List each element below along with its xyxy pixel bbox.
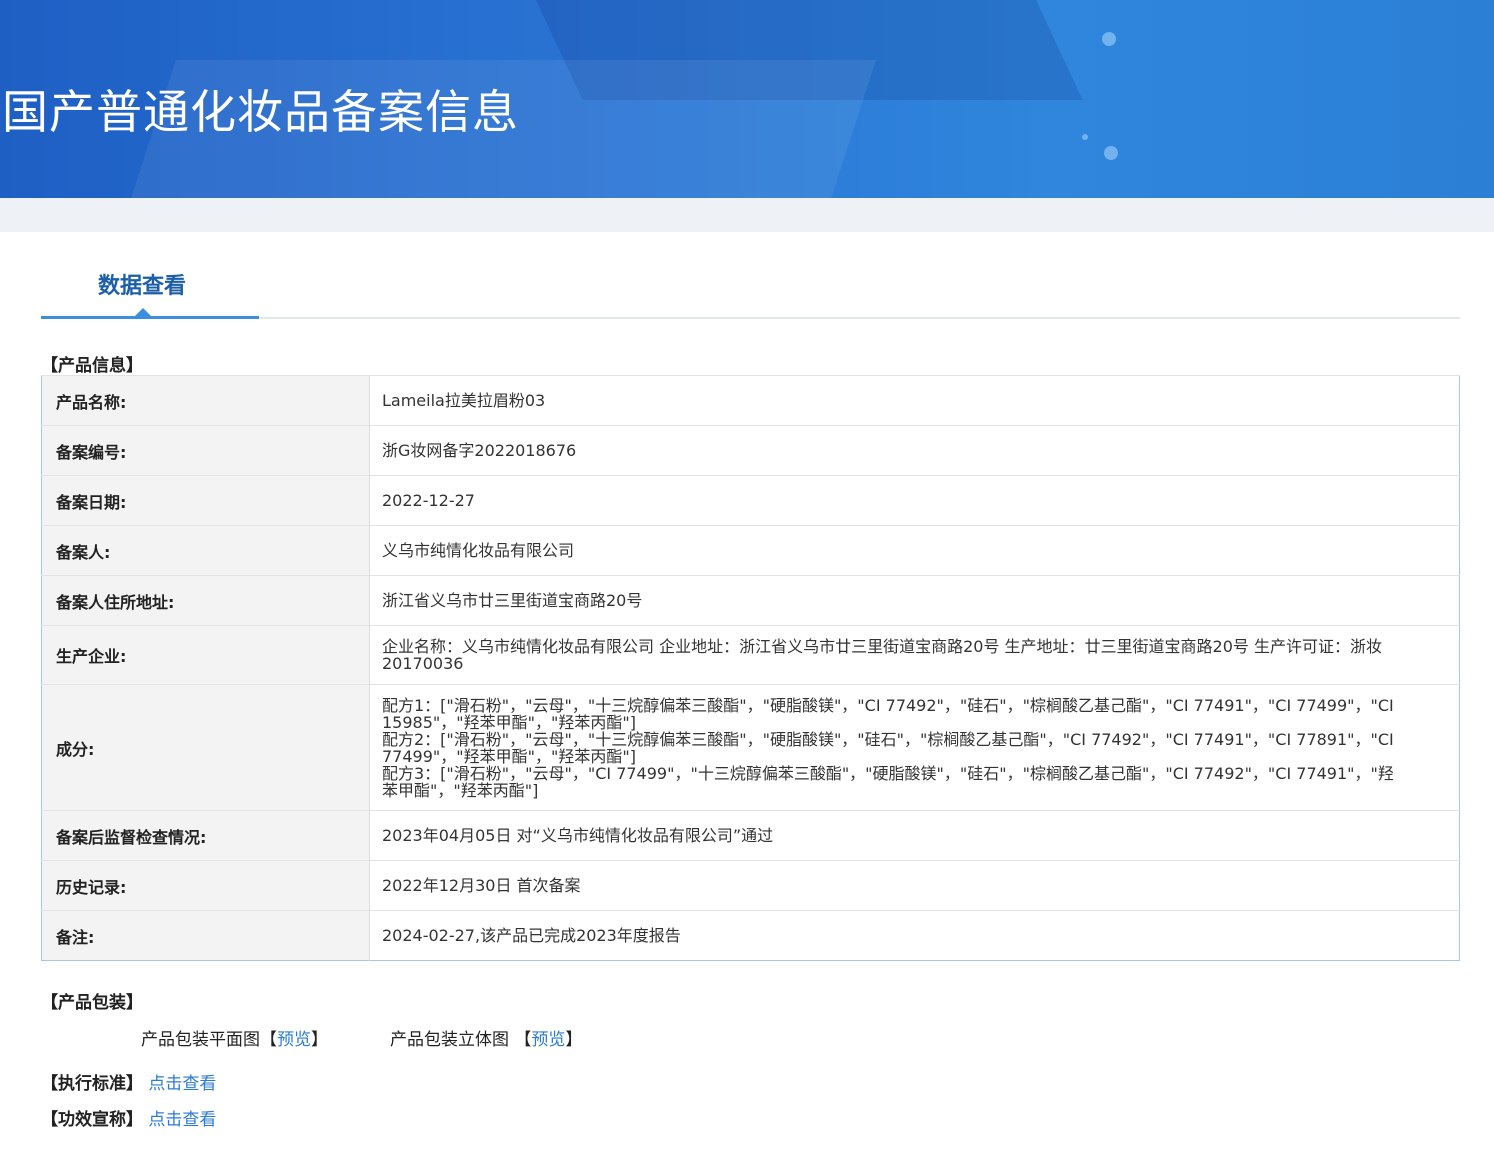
row-value: 2022年12月30日 首次备案	[369, 860, 1460, 911]
row-label: 备案编号:	[41, 425, 370, 476]
table-row: 历史记录: 2022年12月30日 首次备案	[41, 860, 1460, 911]
row-label: 成分:	[41, 684, 370, 811]
row-label: 备案人住所地址:	[41, 575, 370, 626]
packaging-solid-label: 产品包装立体图 【	[390, 1030, 532, 1050]
table-row: 生产企业: 企业名称：义乌市纯情化妆品有限公司 企业地址：浙江省义乌市廿三里街道…	[41, 625, 1460, 685]
tab-label: 数据查看	[98, 274, 187, 299]
standard-row: 【执行标准】 点击查看	[41, 1069, 216, 1094]
standard-view-link[interactable]: 点击查看	[148, 1074, 216, 1094]
header-banner: 国产普通化妆品备案信息	[0, 0, 1494, 198]
formula-line: 配方3：["滑石粉"，"云母"，"CI 77499"，"十三烷醇偏苯三酸酯"，"…	[382, 763, 1394, 800]
separator-band	[0, 198, 1494, 232]
row-value: 2023年04月05日 对“义乌市纯情化妆品有限公司”通过	[369, 810, 1460, 861]
packaging-flat-item: 产品包装平面图【预览】	[141, 1025, 328, 1050]
row-label: 生产企业:	[41, 625, 370, 685]
formula-line: 配方2：["滑石粉"，"云母"，"十三烷醇偏苯三酸酯"，"硬脂酸镁"，"硅石"，…	[382, 729, 1394, 766]
packaging-heading: 【产品包装】	[41, 993, 143, 1013]
table-row: 备案人: 义乌市纯情化妆品有限公司	[41, 525, 1460, 576]
standard-label: 【执行标准】	[41, 1074, 143, 1094]
ingredients-value: 配方1：["滑石粉"，"云母"，"十三烷醇偏苯三酸酯"，"硬脂酸镁"，"CI 7…	[369, 684, 1460, 811]
row-value: 2024-02-27,该产品已完成2023年度报告	[369, 910, 1460, 961]
flat-preview-link[interactable]: 预览	[277, 1030, 311, 1050]
bracket-close: 】	[311, 1030, 328, 1050]
tab-bar: 数据查看	[41, 232, 1460, 320]
tab-active-indicator	[41, 316, 259, 319]
row-label: 备案人:	[41, 525, 370, 576]
table-row: 备案后监督检查情况: 2023年04月05日 对“义乌市纯情化妆品有限公司”通过	[41, 810, 1460, 861]
tab-arrow-icon	[135, 308, 151, 316]
table-row: 备案人住所地址: 浙江省义乌市廿三里街道宝商路20号	[41, 575, 1460, 626]
efficacy-view-link[interactable]: 点击查看	[148, 1110, 216, 1130]
row-label: 历史记录:	[41, 860, 370, 911]
row-label: 产品名称:	[41, 375, 370, 426]
product-info-heading: 【产品信息】	[41, 356, 143, 376]
row-label: 备案后监督检查情况:	[41, 810, 370, 861]
row-value: 浙G妆网备字2022018676	[369, 425, 1460, 476]
row-value: 2022-12-27	[369, 475, 1460, 526]
packaging-flat-label: 产品包装平面图【	[141, 1030, 277, 1050]
product-info-table: 产品名称: Lameila拉美拉眉粉03 备案编号: 浙G妆网备字2022018…	[41, 375, 1460, 961]
row-value: 义乌市纯情化妆品有限公司	[369, 525, 1460, 576]
banner-dot	[1104, 146, 1118, 160]
solid-preview-link[interactable]: 预览	[531, 1030, 565, 1050]
row-value: 浙江省义乌市廿三里街道宝商路20号	[369, 575, 1460, 626]
table-row: 成分: 配方1：["滑石粉"，"云母"，"十三烷醇偏苯三酸酯"，"硬脂酸镁"，"…	[41, 684, 1460, 811]
banner-dot	[1082, 134, 1088, 140]
table-row: 备案编号: 浙G妆网备字2022018676	[41, 425, 1460, 476]
table-row: 备案日期: 2022-12-27	[41, 475, 1460, 526]
row-value: 企业名称：义乌市纯情化妆品有限公司 企业地址：浙江省义乌市廿三里街道宝商路20号…	[369, 625, 1460, 685]
efficacy-label: 【功效宣称】	[41, 1110, 143, 1130]
bracket-close: 】	[565, 1030, 583, 1050]
row-label: 备注:	[41, 910, 370, 961]
tab-data-view[interactable]: 数据查看	[41, 232, 259, 319]
packaging-solid-item: 产品包装立体图 【预览】	[390, 1025, 582, 1050]
page-title: 国产普通化妆品备案信息	[2, 85, 519, 139]
table-row: 产品名称: Lameila拉美拉眉粉03	[41, 375, 1460, 426]
row-value: Lameila拉美拉眉粉03	[369, 375, 1460, 426]
main-content: 数据查看 【产品信息】 产品名称: Lameila拉美拉眉粉03 备案编号: 浙…	[0, 232, 1494, 1167]
table-row: 备注: 2024-02-27,该产品已完成2023年度报告	[41, 910, 1460, 961]
efficacy-row: 【功效宣称】 点击查看	[41, 1105, 216, 1130]
banner-dot	[1102, 32, 1116, 46]
formula-line: 配方1：["滑石粉"，"云母"，"十三烷醇偏苯三酸酯"，"硬脂酸镁"，"CI 7…	[382, 695, 1394, 732]
row-label: 备案日期:	[41, 475, 370, 526]
